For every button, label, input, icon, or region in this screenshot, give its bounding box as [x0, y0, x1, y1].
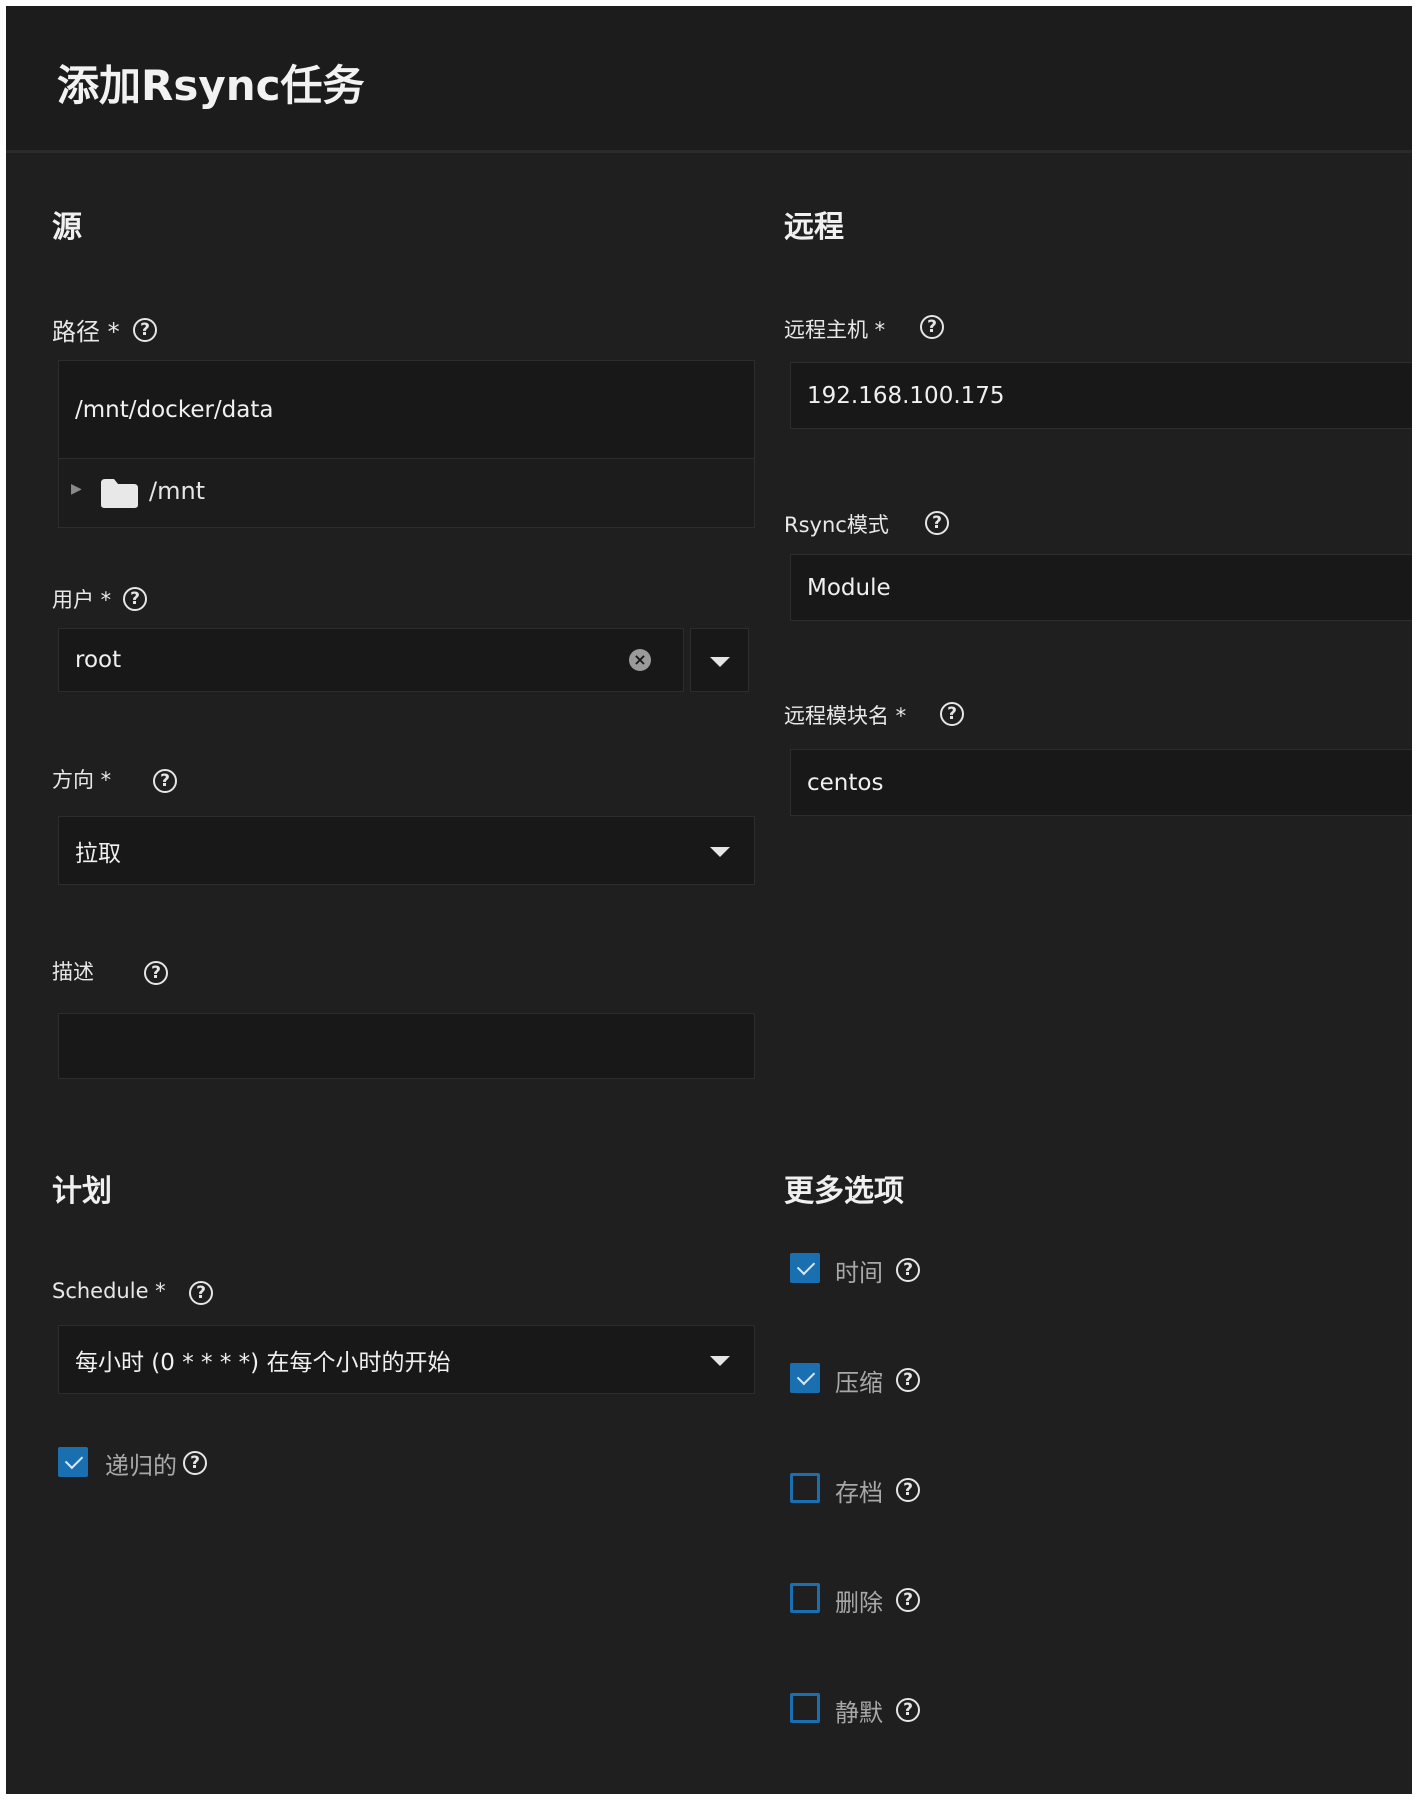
recursive-label: 递归的: [105, 1452, 177, 1480]
chevron-down-icon: [710, 657, 730, 667]
path-tree: ▶ /mnt: [58, 459, 755, 528]
chevron-down-icon: [710, 847, 730, 857]
option-label-compress: 压缩: [835, 1369, 883, 1397]
chevron-down-icon: [710, 1356, 730, 1366]
schedule-select-value: 每小时 (0 * * * *) 在每个小时的开始: [75, 1349, 451, 1376]
path-help-icon[interactable]: ?: [133, 318, 157, 342]
option-label-time: 时间: [835, 1259, 883, 1287]
schedule-heading: 计划: [52, 1174, 112, 1209]
recursive-help-icon[interactable]: ?: [183, 1451, 207, 1475]
user-input-value: root: [75, 647, 122, 673]
source-heading: 源: [52, 210, 82, 245]
option-checkbox-compress[interactable]: [790, 1363, 820, 1393]
description-input[interactable]: [58, 1013, 755, 1079]
direction-select[interactable]: 拉取: [58, 816, 755, 885]
compress-help-icon[interactable]: ?: [896, 1368, 920, 1392]
remote-module-label: 远程模块名 *: [784, 704, 907, 728]
path-input[interactable]: /mnt/docker/data: [58, 360, 755, 459]
tree-root-label[interactable]: /mnt: [149, 477, 205, 505]
option-label-delete: 删除: [835, 1589, 883, 1617]
option-label-quiet: 静默: [835, 1699, 883, 1727]
path-input-value: /mnt/docker/data: [75, 396, 274, 423]
remote-heading: 远程: [784, 210, 844, 245]
schedule-help-icon[interactable]: ?: [189, 1281, 213, 1305]
user-help-icon[interactable]: ?: [123, 587, 147, 611]
option-label-archive: 存档: [835, 1479, 883, 1507]
remote-host-help-icon[interactable]: ?: [920, 315, 944, 339]
delete-help-icon[interactable]: ?: [896, 1588, 920, 1612]
remote-host-label: 远程主机 *: [784, 318, 886, 342]
description-label: 描述: [52, 960, 94, 984]
tree-expand-icon[interactable]: ▶: [71, 481, 82, 497]
quiet-help-icon[interactable]: ?: [896, 1698, 920, 1722]
rsync-mode-select-value: Module: [807, 574, 891, 601]
rsync-mode-label: Rsync模式: [784, 513, 889, 537]
folder-icon: [101, 479, 138, 508]
rsync-mode-help-icon[interactable]: ?: [925, 511, 949, 535]
description-help-icon[interactable]: ?: [144, 961, 168, 985]
user-dropdown-button[interactable]: [690, 628, 749, 692]
option-checkbox-delete[interactable]: [790, 1583, 820, 1613]
rsync-task-dialog: 添加Rsync任务 源 路径 * ? /mnt/docker/data ▶ /m…: [6, 6, 1412, 1794]
schedule-label: Schedule *: [52, 1279, 166, 1303]
clear-icon[interactable]: ×: [629, 649, 651, 671]
user-input[interactable]: root ×: [58, 628, 684, 692]
user-label: 用户 *: [52, 588, 112, 612]
schedule-select[interactable]: 每小时 (0 * * * *) 在每个小时的开始: [58, 1325, 755, 1394]
path-label: 路径 *: [52, 318, 120, 346]
option-checkbox-archive[interactable]: [790, 1473, 820, 1503]
direction-label: 方向 *: [52, 768, 112, 792]
dialog-title: 添加Rsync任务: [57, 61, 365, 110]
more-options-heading: 更多选项: [784, 1174, 904, 1209]
direction-select-value: 拉取: [75, 840, 121, 867]
option-checkbox-quiet[interactable]: [790, 1693, 820, 1723]
time-help-icon[interactable]: ?: [896, 1258, 920, 1282]
rsync-mode-select[interactable]: Module: [790, 554, 1412, 621]
remote-host-input-value: 192.168.100.175: [807, 382, 1005, 409]
recursive-checkbox[interactable]: [58, 1447, 88, 1477]
direction-help-icon[interactable]: ?: [153, 769, 177, 793]
remote-module-input[interactable]: centos: [790, 749, 1412, 816]
remote-module-help-icon[interactable]: ?: [940, 702, 964, 726]
archive-help-icon[interactable]: ?: [896, 1478, 920, 1502]
option-checkbox-time[interactable]: [790, 1253, 820, 1283]
remote-module-input-value: centos: [807, 769, 884, 796]
remote-host-input[interactable]: 192.168.100.175: [790, 362, 1412, 429]
dialog-header: 添加Rsync任务: [6, 6, 1412, 153]
